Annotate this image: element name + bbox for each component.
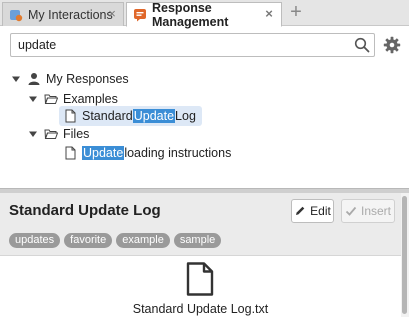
search-input[interactable] <box>11 34 351 56</box>
item-text-before: Standard <box>82 109 133 123</box>
new-tab-button[interactable]: + <box>285 2 307 24</box>
search-match-highlight: Update <box>132 109 176 123</box>
user-icon <box>28 73 40 85</box>
caret-down-icon[interactable] <box>11 74 21 84</box>
item-text-after: loading instructions <box>124 146 232 160</box>
search-match-highlight: Update <box>82 146 125 160</box>
tree-item-standard-update-log[interactable]: Standard Update Log <box>59 106 202 126</box>
insert-button-label: Insert <box>360 204 391 218</box>
folder-open-icon <box>44 129 58 139</box>
scrollbar-thumb[interactable] <box>402 196 407 314</box>
pencil-icon <box>296 206 305 215</box>
tab-my-interactions[interactable]: My Interactions × <box>2 2 124 26</box>
tree-node-label: Files <box>63 127 90 141</box>
interactions-icon <box>10 9 23 21</box>
insert-button[interactable]: Insert <box>341 199 395 223</box>
tag-list: updates favorite example sample <box>9 233 222 248</box>
search-box <box>10 33 375 57</box>
response-management-icon <box>134 8 146 21</box>
close-icon[interactable]: × <box>262 7 276 21</box>
tree-node-label: My Responses <box>46 72 129 86</box>
gear-icon[interactable] <box>383 36 401 54</box>
tree-node-files[interactable]: Files <box>28 124 89 144</box>
document-icon <box>65 146 76 160</box>
folder-open-icon <box>44 94 58 104</box>
close-icon[interactable]: × <box>105 7 119 21</box>
tree-item-update-loading-instructions[interactable]: Update loading instructions <box>63 143 231 163</box>
attachment-filename[interactable]: Standard Update Log.txt <box>0 302 401 316</box>
tab-response-management[interactable]: Response Management × <box>126 0 282 29</box>
tab-label: Response Management <box>152 0 229 29</box>
document-icon <box>65 109 76 123</box>
tab-label: My Interactions <box>28 7 113 22</box>
response-title: Standard Update Log <box>9 202 161 219</box>
tree-node-label: Examples <box>63 92 118 106</box>
edit-button[interactable]: Edit <box>291 199 334 223</box>
tag[interactable]: updates <box>9 233 61 248</box>
tree-node-my-responses[interactable]: My Responses <box>11 69 129 89</box>
tag[interactable]: sample <box>173 233 222 248</box>
caret-down-icon[interactable] <box>28 94 38 104</box>
edit-button-label: Edit <box>310 204 331 218</box>
check-icon <box>345 206 357 216</box>
caret-down-icon[interactable] <box>28 129 38 139</box>
tag[interactable]: example <box>116 233 170 248</box>
search-icon[interactable] <box>354 37 370 53</box>
file-icon[interactable] <box>185 262 215 296</box>
item-text-after: Log <box>175 109 196 123</box>
tag[interactable]: favorite <box>64 233 113 248</box>
